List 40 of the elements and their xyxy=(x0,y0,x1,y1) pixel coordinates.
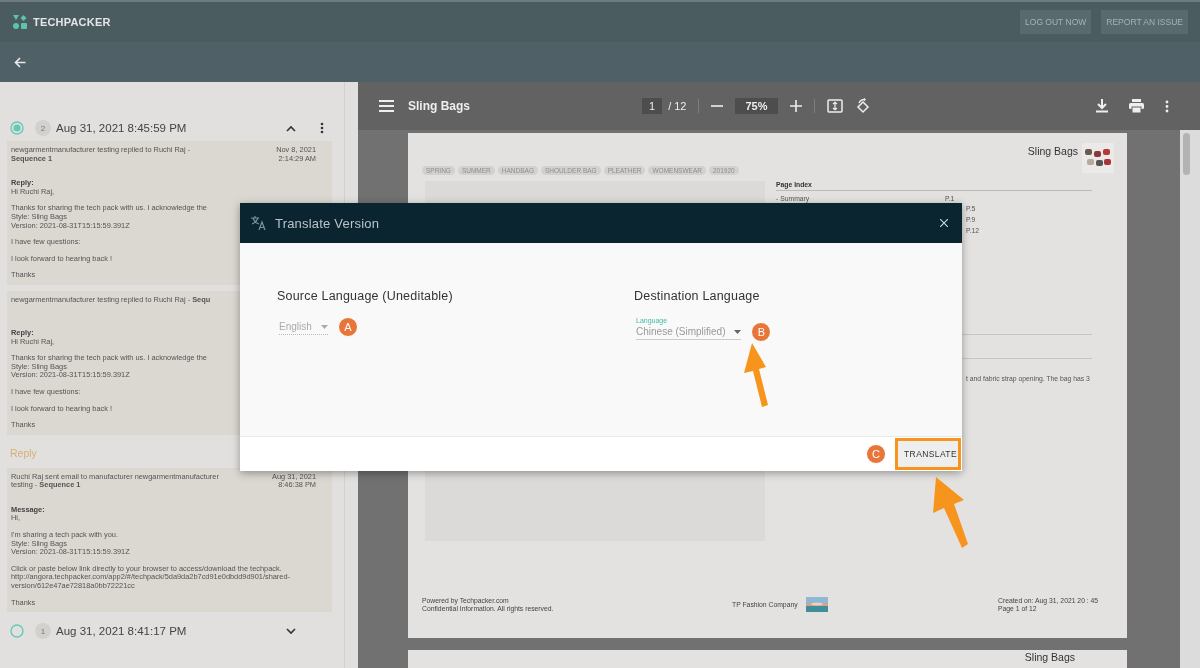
print-icon[interactable] xyxy=(1129,99,1144,113)
version-number: 2 xyxy=(35,120,51,136)
download-icon[interactable] xyxy=(1096,99,1108,113)
caret-icon xyxy=(320,324,328,329)
radio-button[interactable] xyxy=(10,121,24,135)
more-icon[interactable] xyxy=(320,122,324,134)
scrollbar[interactable] xyxy=(1180,130,1200,668)
chevron-icon[interactable] xyxy=(286,627,296,635)
fit-page-icon[interactable] xyxy=(826,99,843,113)
section-heading: Source Language (Uneditable) xyxy=(277,289,454,303)
dialog-title: Translate Version xyxy=(275,215,380,231)
more-icon[interactable] xyxy=(1165,99,1169,113)
version-date: Aug 31, 2021 8:41:17 PM xyxy=(56,625,187,638)
version-date: Aug 31, 2021 8:45:59 PM xyxy=(56,122,187,134)
translate-button[interactable]: TRANSLATE xyxy=(895,438,961,470)
annotation-badge: C xyxy=(866,444,886,464)
zoom-field[interactable]: 75% xyxy=(735,98,778,114)
menu-icon[interactable] xyxy=(379,100,394,112)
back-arrow-icon[interactable] xyxy=(14,56,26,68)
caret-icon xyxy=(734,329,742,334)
language-select[interactable]: Chinese (Simplified) xyxy=(636,326,742,340)
page-field[interactable]: 1 xyxy=(642,98,663,114)
page-title: Sling Bags xyxy=(1024,651,1075,663)
radio-button[interactable] xyxy=(10,624,24,639)
logo-icon xyxy=(13,15,27,29)
version-number: 1 xyxy=(35,623,51,640)
page-count: / 12 xyxy=(668,100,687,112)
annotation-badge: A xyxy=(337,317,358,337)
section-heading: Destination Language xyxy=(634,289,761,303)
brand-name: TECHPACKER xyxy=(33,16,111,28)
zoom-in-icon[interactable] xyxy=(789,100,802,112)
rotate-icon[interactable] xyxy=(854,98,871,114)
close-icon[interactable] xyxy=(940,219,948,227)
page-title: Sling Bags xyxy=(1027,145,1078,157)
chevron-icon[interactable] xyxy=(286,124,296,132)
header-button[interactable]: REPORT AN ISSUE xyxy=(1101,10,1188,34)
annotation-badge: B xyxy=(751,322,772,342)
document-title: Sling Bags xyxy=(408,99,471,113)
translate-icon xyxy=(251,216,266,230)
header-button[interactable]: LOG OUT NOW xyxy=(1020,10,1092,34)
